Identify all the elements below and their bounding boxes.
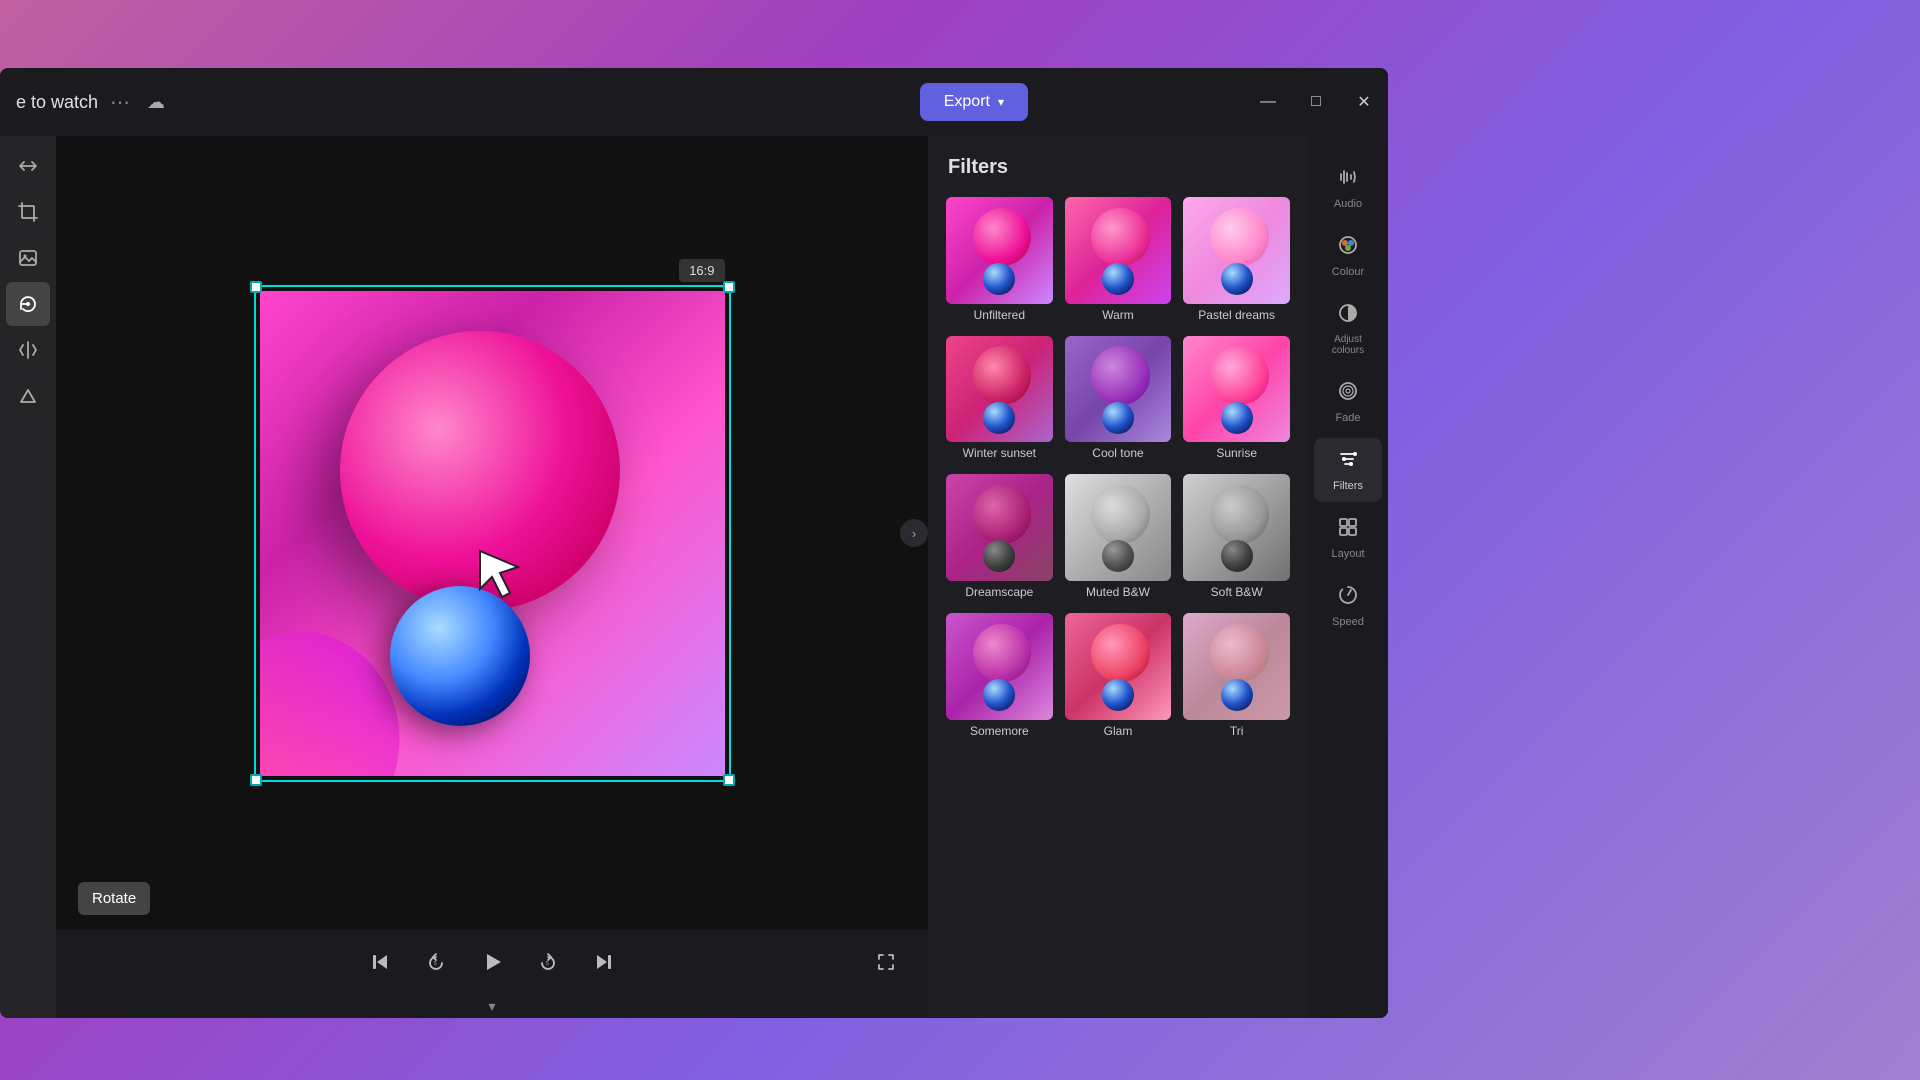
speed-icon xyxy=(1337,584,1359,612)
crop-tool-button[interactable] xyxy=(6,190,50,234)
filter-label-row4c: Tri xyxy=(1230,724,1244,738)
sidebar-layout[interactable]: Layout xyxy=(1314,506,1382,570)
rotate-tooltip: Rotate xyxy=(78,882,150,915)
skip-forward-button[interactable] xyxy=(586,944,622,980)
minimize-button[interactable]: — xyxy=(1244,68,1292,136)
fullscreen-button[interactable] xyxy=(868,944,904,980)
filters-label: Filters xyxy=(1333,480,1363,492)
fast-forward-button[interactable]: 5 xyxy=(530,944,566,980)
skip-back-button[interactable] xyxy=(362,944,398,980)
window-title: e to watch xyxy=(16,92,98,113)
flip-tool-button[interactable] xyxy=(6,144,50,188)
filters-icon xyxy=(1337,448,1359,476)
svg-text:5: 5 xyxy=(434,961,437,967)
speed-label: Speed xyxy=(1332,616,1364,628)
filter-thumb-dreamscape xyxy=(946,474,1053,581)
filter-mutedbw[interactable]: Muted B&W xyxy=(1063,472,1174,603)
filter-thumb-cool xyxy=(1065,336,1172,443)
filter-label-cool: Cool tone xyxy=(1092,446,1143,460)
filter-thumb-row4a xyxy=(946,613,1053,720)
filter-label-pastel: Pastel dreams xyxy=(1198,308,1275,322)
sidebar-audio[interactable]: Audio xyxy=(1314,156,1382,220)
filter-label-warm: Warm xyxy=(1102,308,1134,322)
filter-cool[interactable]: Cool tone xyxy=(1063,334,1174,465)
app-window: e to watch ⋯ ☁ Export ▾ — □ ✕ xyxy=(0,68,1388,1018)
canvas-area: 16:9 › xyxy=(56,136,928,994)
filter-thumb-softbw xyxy=(1183,474,1290,581)
window-controls: — □ ✕ xyxy=(1244,68,1388,136)
video-frame xyxy=(260,291,725,776)
big-ball-decoration xyxy=(340,331,620,611)
filter-row4b[interactable]: Glam xyxy=(1063,611,1174,742)
filter-label-row4a: Somemore xyxy=(970,724,1029,738)
aspect-ratio-badge: 16:9 xyxy=(679,259,724,282)
filter-thumb-sunrise xyxy=(1183,336,1290,443)
filter-sunrise[interactable]: Sunrise xyxy=(1181,334,1292,465)
adjust-label: Adjust colours xyxy=(1320,334,1376,356)
layout-label: Layout xyxy=(1331,548,1364,560)
mirror-tool-button[interactable] xyxy=(6,328,50,372)
more-options-icon[interactable]: ⋯ xyxy=(110,90,130,115)
sidebar-fade[interactable]: Fade xyxy=(1314,370,1382,434)
filter-row4c[interactable]: Tri xyxy=(1181,611,1292,742)
image-tool-button[interactable] xyxy=(6,236,50,280)
layout-icon xyxy=(1337,516,1359,544)
filter-row4a[interactable]: Somemore xyxy=(944,611,1055,742)
expand-panel-button[interactable]: › xyxy=(900,519,928,547)
filters-grid: Unfiltered Warm xyxy=(928,191,1308,758)
video-preview[interactable]: 16:9 xyxy=(260,291,725,776)
filter-label-winter: Winter sunset xyxy=(963,446,1036,460)
play-button[interactable] xyxy=(474,944,510,980)
main-content: Rotate xyxy=(0,136,1388,1018)
bottom-panel-toggle[interactable]: ▾ xyxy=(488,998,495,1015)
right-sidebar: Audio Colour Adjust colours Fade xyxy=(1308,136,1388,1018)
cloud-icon[interactable]: ☁ xyxy=(142,88,170,116)
export-chevron-icon: ▾ xyxy=(998,95,1004,109)
filters-panel: Filters Unfiltered xyxy=(928,136,1308,1018)
filter-thumb-row4b xyxy=(1065,613,1172,720)
rewind-button[interactable]: 5 xyxy=(418,944,454,980)
sidebar-speed[interactable]: Speed xyxy=(1314,574,1382,638)
colour-label: Colour xyxy=(1332,266,1364,278)
filters-title: Filters xyxy=(928,136,1308,191)
filter-thumb-warm xyxy=(1065,197,1172,304)
sidebar-filters[interactable]: Filters xyxy=(1314,438,1382,502)
audio-icon xyxy=(1337,166,1359,194)
filter-unfiltered[interactable]: Unfiltered xyxy=(944,195,1055,326)
filter-label-dreamscape: Dreamscape xyxy=(965,585,1033,599)
filter-label-mutedbw: Muted B&W xyxy=(1086,585,1150,599)
shape-tool-button[interactable] xyxy=(6,374,50,418)
export-button[interactable]: Export ▾ xyxy=(920,83,1028,121)
filter-warm[interactable]: Warm xyxy=(1063,195,1174,326)
playback-bar: 5 5 xyxy=(56,930,928,994)
colour-icon xyxy=(1337,234,1359,262)
sidebar-colour[interactable]: Colour xyxy=(1314,224,1382,288)
filter-label-softbw: Soft B&W xyxy=(1211,585,1263,599)
audio-label: Audio xyxy=(1334,198,1362,210)
small-ball-decoration xyxy=(390,586,530,726)
fade-label: Fade xyxy=(1335,412,1360,424)
svg-text:5: 5 xyxy=(546,961,549,967)
filter-pastel[interactable]: Pastel dreams xyxy=(1181,195,1292,326)
filter-winter[interactable]: Winter sunset xyxy=(944,334,1055,465)
filter-thumb-pastel xyxy=(1183,197,1290,304)
sidebar-adjust[interactable]: Adjust colours xyxy=(1314,292,1382,366)
left-toolbar xyxy=(0,136,56,1018)
filter-label-sunrise: Sunrise xyxy=(1216,446,1257,460)
maximize-button[interactable]: □ xyxy=(1292,68,1340,136)
filter-label-unfiltered: Unfiltered xyxy=(974,308,1025,322)
rotate-tool-button[interactable] xyxy=(6,282,50,326)
filter-thumb-winter xyxy=(946,336,1053,443)
adjust-icon xyxy=(1337,302,1359,330)
canvas-wrapper: 16:9 › xyxy=(56,136,928,930)
filter-thumb-row4c xyxy=(1183,613,1290,720)
close-button[interactable]: ✕ xyxy=(1340,68,1388,136)
filter-label-row4b: Glam xyxy=(1104,724,1133,738)
fade-icon xyxy=(1337,380,1359,408)
filter-dreamscape[interactable]: Dreamscape xyxy=(944,472,1055,603)
filter-softbw[interactable]: Soft B&W xyxy=(1181,472,1292,603)
filter-thumb-mutedbw xyxy=(1065,474,1172,581)
titlebar: e to watch ⋯ ☁ Export ▾ — □ ✕ xyxy=(0,68,1388,136)
filter-thumb-unfiltered xyxy=(946,197,1053,304)
